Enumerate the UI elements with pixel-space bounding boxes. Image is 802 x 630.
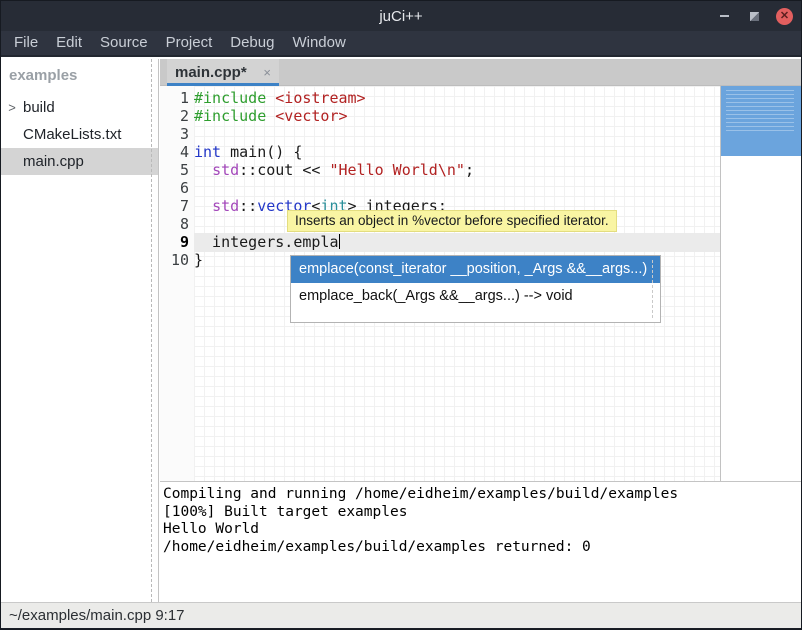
tree-item-label: CMakeLists.txt (23, 126, 121, 143)
output-line: /home/eidheim/examples/build/examples re… (163, 539, 802, 557)
token: #include (194, 89, 275, 107)
line-number: 5 (160, 161, 194, 179)
tree-item-build[interactable]: >build (1, 94, 158, 121)
output-line: [100%] Built target examples (163, 504, 802, 522)
token (194, 161, 212, 179)
token (194, 197, 212, 215)
line-number: 2 (160, 107, 194, 125)
window-title: juCi++ (379, 8, 422, 25)
line-number: 8 (160, 215, 194, 233)
tab-main-cpp[interactable]: main.cpp* × (167, 59, 279, 86)
expander-icon[interactable]: > (1, 100, 23, 115)
token: main() { (221, 143, 302, 161)
close-icon: ✕ (780, 11, 789, 22)
statusbar-path-position: ~/examples/main.cpp 9:17 (9, 607, 185, 624)
line-number: 10 (160, 251, 194, 269)
token: <vector> (275, 107, 347, 125)
minimap-viewport[interactable] (721, 86, 802, 156)
code-line[interactable]: #include <iostream> (194, 89, 720, 107)
minimap[interactable] (720, 86, 802, 481)
token: } (194, 251, 203, 269)
token: ::cout << (239, 161, 329, 179)
line-number: 3 (160, 125, 194, 143)
line-number-gutter: 12345678910 (160, 86, 194, 481)
tree-item-label: main.cpp (23, 153, 84, 170)
output-line: Compiling and running /home/eidheim/exam… (163, 486, 802, 504)
token: <iostream> (275, 89, 365, 107)
token: "Hello World\n" (329, 161, 464, 179)
autocomplete-popup: emplace(const_iterator __position, _Args… (290, 255, 661, 323)
tree-item-label: build (23, 99, 55, 116)
sidebar: examples >build CMakeLists.txt main.cpp (1, 59, 159, 602)
autocomplete-item[interactable]: emplace_back(_Args &&__args...) --> void (291, 283, 660, 310)
tree-item-main-cpp[interactable]: main.cpp (1, 148, 158, 175)
project-name-header: examples (1, 59, 158, 94)
minimize-icon (720, 15, 729, 17)
line-number: 1 (160, 89, 194, 107)
tabstrip: main.cpp* × (160, 59, 802, 86)
sidebar-scrollbar[interactable] (151, 59, 152, 602)
output-panel: Compiling and running /home/eidheim/exam… (160, 481, 802, 602)
token: std (212, 197, 239, 215)
token: int (194, 143, 221, 161)
minimize-button[interactable] (716, 8, 732, 24)
menu-item-file[interactable]: File (5, 31, 47, 55)
menu-item-project[interactable]: Project (157, 31, 222, 55)
app-window: juCi++ ✕ FileEditSourceProjectDebugWindo… (0, 0, 802, 630)
code-line[interactable] (194, 179, 720, 197)
maximize-button[interactable] (746, 8, 762, 24)
code-line[interactable] (194, 125, 720, 143)
tab-label: main.cpp* (175, 64, 259, 81)
tab-close-icon[interactable]: × (259, 65, 271, 80)
titlebar[interactable]: juCi++ ✕ (1, 1, 801, 31)
token: integers.empla (194, 233, 339, 251)
menu-item-source[interactable]: Source (91, 31, 157, 55)
code-line[interactable]: #include <vector> (194, 107, 720, 125)
token: ; (465, 161, 474, 179)
main-area: main.cpp* × 12345678910 #include <iostre… (160, 59, 802, 602)
menu-item-window[interactable]: Window (283, 31, 354, 55)
menubar: FileEditSourceProjectDebugWindow (1, 31, 801, 57)
doc-tooltip: Inserts an object in %vector before spec… (287, 210, 617, 232)
code-line[interactable]: int main() { (194, 143, 720, 161)
statusbar: ~/examples/main.cpp 9:17 (1, 602, 801, 628)
window-controls: ✕ (716, 1, 793, 31)
line-number: 4 (160, 143, 194, 161)
menu-item-edit[interactable]: Edit (47, 31, 91, 55)
menu-item-debug[interactable]: Debug (221, 31, 283, 55)
token: #include (194, 107, 275, 125)
minimap-code-lines (726, 90, 794, 132)
file-tree: >build CMakeLists.txt main.cpp (1, 94, 158, 175)
token: :: (239, 197, 257, 215)
editor[interactable]: 12345678910 #include <iostream>#include … (160, 86, 802, 481)
autocomplete-scrollbar[interactable] (652, 260, 653, 318)
autocomplete-item[interactable]: emplace(const_iterator __position, _Args… (291, 256, 660, 283)
text-caret (339, 234, 340, 249)
code-line[interactable]: std::cout << "Hello World\n"; (194, 161, 720, 179)
line-number: 6 (160, 179, 194, 197)
output-line: Hello World (163, 521, 802, 539)
close-button[interactable]: ✕ (776, 8, 793, 25)
restore-icon (750, 12, 759, 21)
code-line[interactable]: integers.empla (194, 233, 720, 251)
line-number: 7 (160, 197, 194, 215)
line-number: 9 (160, 233, 194, 251)
token: std (212, 161, 239, 179)
tree-item-cmakelists-txt[interactable]: CMakeLists.txt (1, 121, 158, 148)
